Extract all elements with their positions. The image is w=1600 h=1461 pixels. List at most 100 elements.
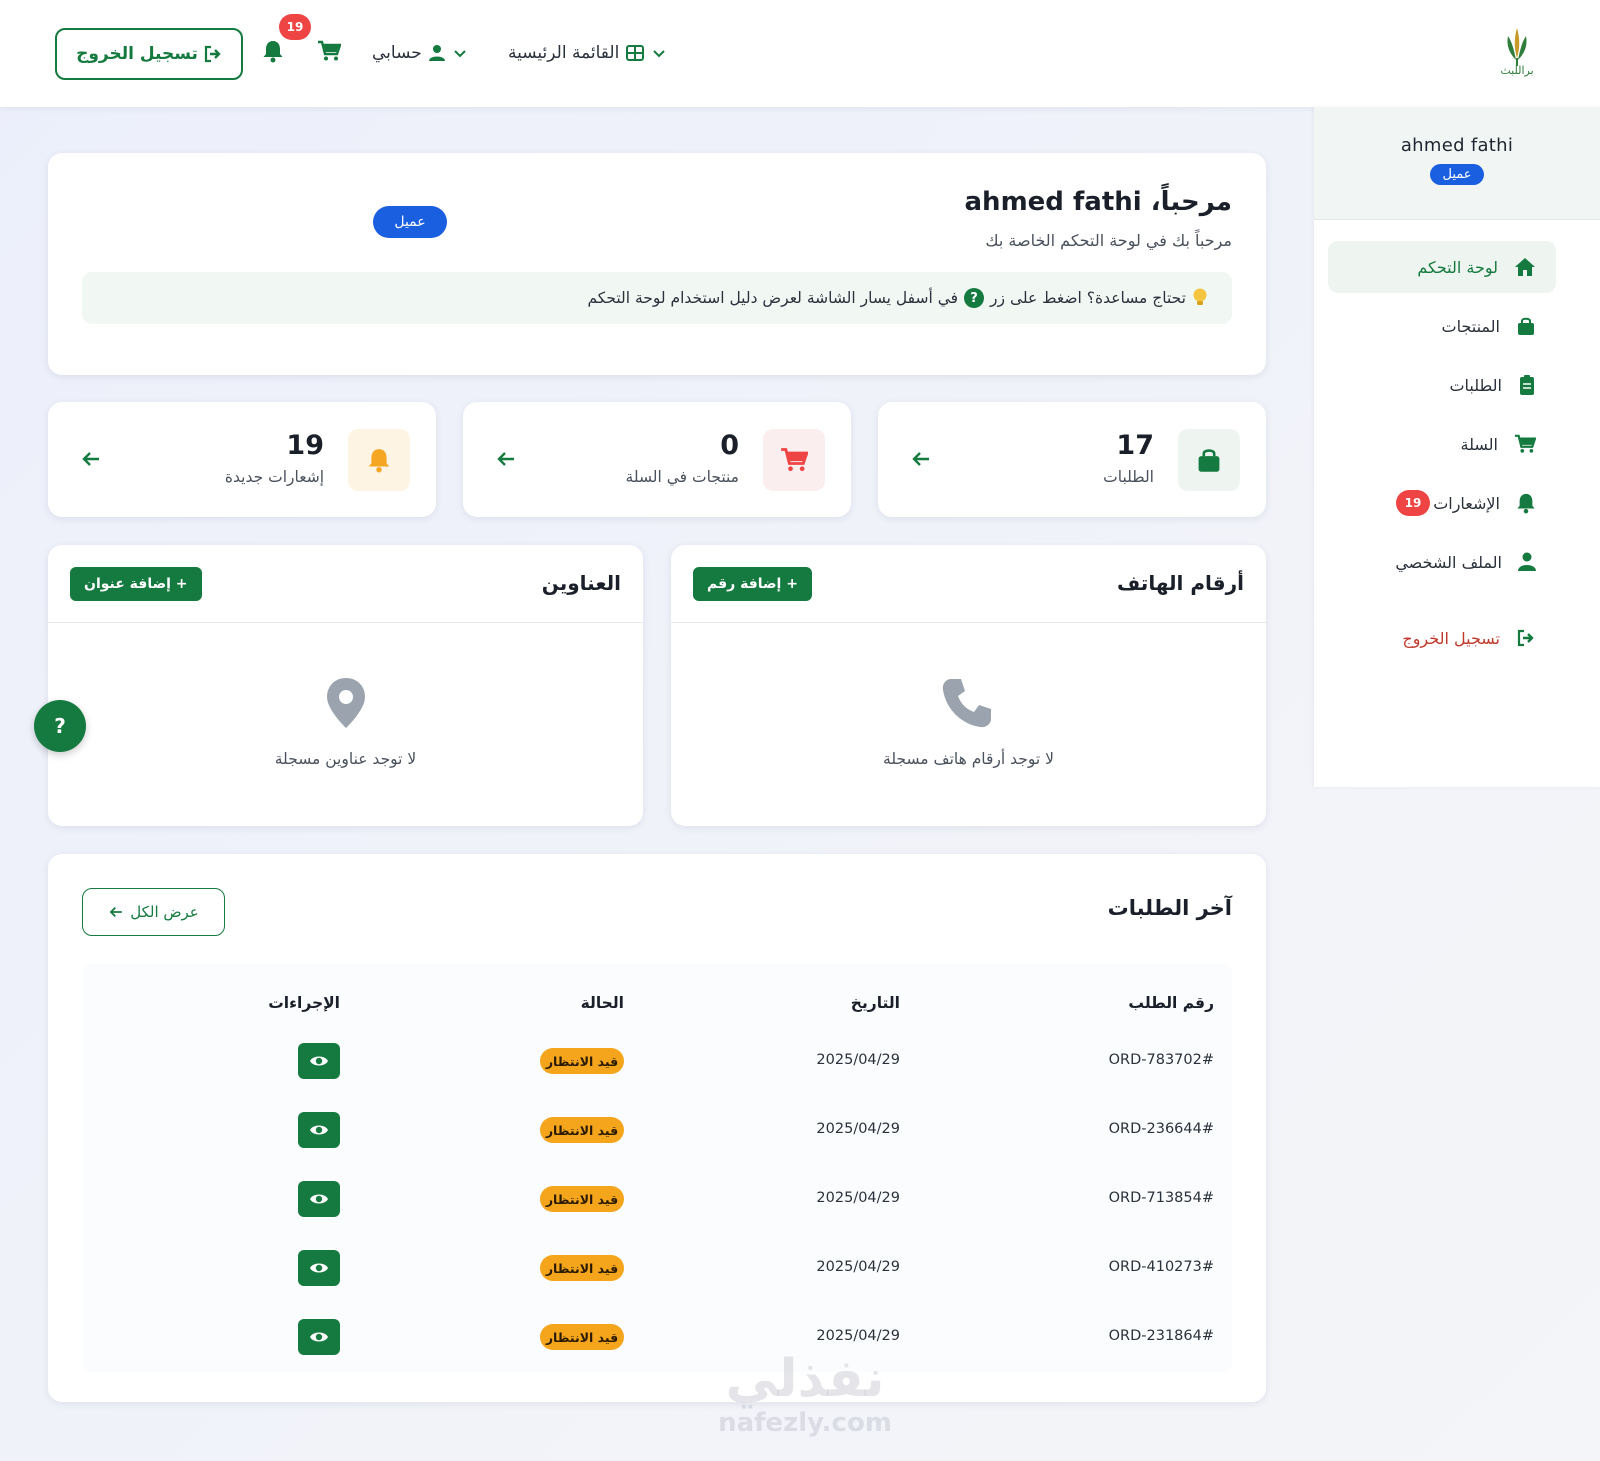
eye-icon — [310, 1056, 328, 1066]
view-order-button[interactable] — [298, 1319, 340, 1355]
chevron-down-icon — [653, 50, 666, 58]
sidebar-item-label: السلة — [1460, 434, 1498, 454]
phones-panel: أرقام الهاتف + إضافة رقم لا توجد أرقام ه… — [671, 545, 1266, 826]
help-button[interactable]: ? — [34, 700, 86, 752]
order-date: 2025/04/29 — [816, 1052, 900, 1068]
column-actions: الإجراءات — [268, 994, 340, 1012]
orders-stat-icon-box — [1178, 429, 1240, 491]
sidebar-item-notifications[interactable]: الإشعارات 19 — [1328, 477, 1556, 529]
main-menu-dropdown[interactable]: القائمة الرئيسية — [508, 38, 667, 68]
cart-icon — [781, 448, 808, 472]
sidebar-item-logout[interactable]: تسجيل الخروج — [1328, 612, 1556, 664]
arrow-left-icon[interactable] — [910, 448, 932, 470]
phone-icon — [942, 679, 991, 728]
bell-icon — [1517, 493, 1535, 514]
order-id: ORD-783702# — [1108, 1052, 1214, 1068]
phones-panel-header: أرقام الهاتف + إضافة رقم — [671, 545, 1266, 623]
sidebar-item-products[interactable]: المنتجات — [1328, 300, 1556, 352]
question-icon: ? — [964, 288, 985, 308]
latest-orders-card: آخر الطلبات عرض الكل رقم الطلب التاريخ ا… — [48, 854, 1266, 1402]
notifications-count: 19 — [286, 430, 324, 461]
sidebar-item-profile[interactable]: الملف الشخصي — [1328, 536, 1556, 588]
order-id: ORD-231864# — [1108, 1328, 1214, 1344]
help-tip-text-start: تحتاج مساعدة؟ اضغط على زر — [990, 289, 1186, 307]
table-row: ORD-783702# 2025/04/29 قيد الانتظار — [82, 1026, 1232, 1095]
sidebar-item-dashboard[interactable]: لوحة التحكم — [1328, 241, 1556, 293]
phones-empty-text: لا توجد أرقام هاتف مسجلة — [883, 750, 1054, 768]
order-id: ORD-713854# — [1108, 1190, 1214, 1206]
order-id: ORD-410273# — [1108, 1259, 1214, 1275]
welcome-subtitle: مرحباً بك في لوحة التحكم الخاصة بك — [985, 231, 1232, 250]
sidebar-item-label: تسجيل الخروج — [1402, 628, 1500, 648]
notifications-button[interactable] — [258, 36, 288, 66]
add-address-button[interactable]: + إضافة عنوان — [70, 567, 202, 601]
brand-logo[interactable]: براللبث — [1492, 22, 1542, 86]
chevron-down-icon — [454, 50, 466, 58]
addresses-title: العناوين — [541, 571, 621, 595]
sidebar-item-label: الملف الشخصي — [1395, 552, 1502, 572]
view-order-button[interactable] — [298, 1181, 340, 1217]
help-tip-text-end: في أسفل يسار الشاشة لعرض دليل استخدام لو… — [587, 289, 959, 307]
table-row: ORD-236644# 2025/04/29 قيد الانتظار — [82, 1095, 1232, 1164]
shopping-bag-icon — [1198, 449, 1220, 472]
watermark-latin: nafezly.com — [718, 1408, 892, 1438]
sidebar-item-label: المنتجات — [1441, 316, 1501, 336]
table-row: ORD-231864# 2025/04/29 قيد الانتظار — [82, 1302, 1232, 1371]
sidebar-username: ahmed fathi — [1400, 135, 1514, 156]
sidebar-item-label: الطلبات — [1449, 375, 1502, 395]
arrow-left-icon[interactable] — [495, 448, 517, 470]
sign-out-icon — [204, 45, 221, 63]
map-pin-icon — [327, 678, 365, 728]
addresses-panel-header: العناوين + إضافة عنوان — [48, 545, 643, 623]
eye-icon — [310, 1332, 328, 1342]
status-badge: قيد الانتظار — [540, 1186, 624, 1212]
sidebar-user-card: ahmed fathi عميل — [1314, 107, 1600, 220]
user-icon — [1518, 552, 1536, 571]
watermark-arabic: نفذلي — [725, 1349, 885, 1409]
addresses-panel: العناوين + إضافة عنوان لا توجد عناوين مس… — [48, 545, 643, 826]
view-order-button[interactable] — [298, 1043, 340, 1079]
eye-icon — [310, 1125, 328, 1135]
order-date: 2025/04/29 — [816, 1190, 900, 1206]
cart-icon — [318, 40, 341, 61]
add-phone-button[interactable]: + إضافة رقم — [693, 567, 812, 601]
status-badge: قيد الانتظار — [540, 1324, 624, 1350]
role-badge: عميل — [373, 206, 447, 238]
sidebar-item-label: الإشعارات — [1433, 493, 1500, 513]
view-all-label: عرض الكل — [130, 903, 199, 921]
main-menu-label: القائمة الرئيسية — [508, 43, 620, 63]
orders-table: رقم الطلب التاريخ الحالة الإجراءات ORD-7… — [82, 964, 1232, 1372]
notifications-count-badge: 19 — [279, 14, 311, 40]
order-date: 2025/04/29 — [816, 1259, 900, 1275]
brand-logo-text: براللبث — [1500, 64, 1534, 77]
top-navbar: براللبث القائمة الرئيسية حسابي 19 تسجيل … — [0, 0, 1600, 107]
addresses-empty-text: لا توجد عناوين مسجلة — [274, 750, 417, 768]
order-id: ORD-236644# — [1108, 1121, 1214, 1137]
sidebar: ahmed fathi عميل لوحة التحكم المنتجات ال… — [1314, 107, 1600, 787]
cart-button[interactable] — [314, 36, 344, 66]
clipboard-icon — [1520, 375, 1534, 395]
watermark: نفذلي nafezly.com — [690, 1350, 920, 1438]
arrow-left-icon[interactable] — [80, 448, 102, 470]
cart-stat-card[interactable]: 0 منتجات في السلة — [463, 402, 851, 517]
bell-icon — [263, 41, 283, 63]
logout-button[interactable]: تسجيل الخروج — [55, 28, 243, 80]
latest-orders-title: آخر الطلبات — [1107, 896, 1232, 920]
orders-stat-card[interactable]: 17 الطلبات — [878, 402, 1266, 517]
orders-stat-label: الطلبات — [1103, 468, 1154, 486]
view-all-button[interactable]: عرض الكل — [82, 888, 225, 936]
welcome-card: مرحباً، ahmed fathi مرحباً بك في لوحة ال… — [48, 153, 1266, 375]
eye-icon — [310, 1194, 328, 1204]
bell-icon — [368, 449, 390, 473]
column-status: الحالة — [580, 994, 624, 1012]
arrow-left-icon — [109, 907, 123, 917]
sidebar-item-orders[interactable]: الطلبات — [1328, 359, 1556, 411]
sidebar-item-cart[interactable]: السلة — [1328, 418, 1556, 470]
notifications-stat-card[interactable]: 19 إشعارات جديدة — [48, 402, 436, 517]
account-dropdown[interactable]: حسابي — [372, 38, 468, 68]
view-order-button[interactable] — [298, 1112, 340, 1148]
account-menu-label: حسابي — [372, 43, 422, 63]
status-badge: قيد الانتظار — [540, 1048, 624, 1074]
sidebar-item-label: لوحة التحكم — [1417, 257, 1498, 277]
view-order-button[interactable] — [298, 1250, 340, 1286]
